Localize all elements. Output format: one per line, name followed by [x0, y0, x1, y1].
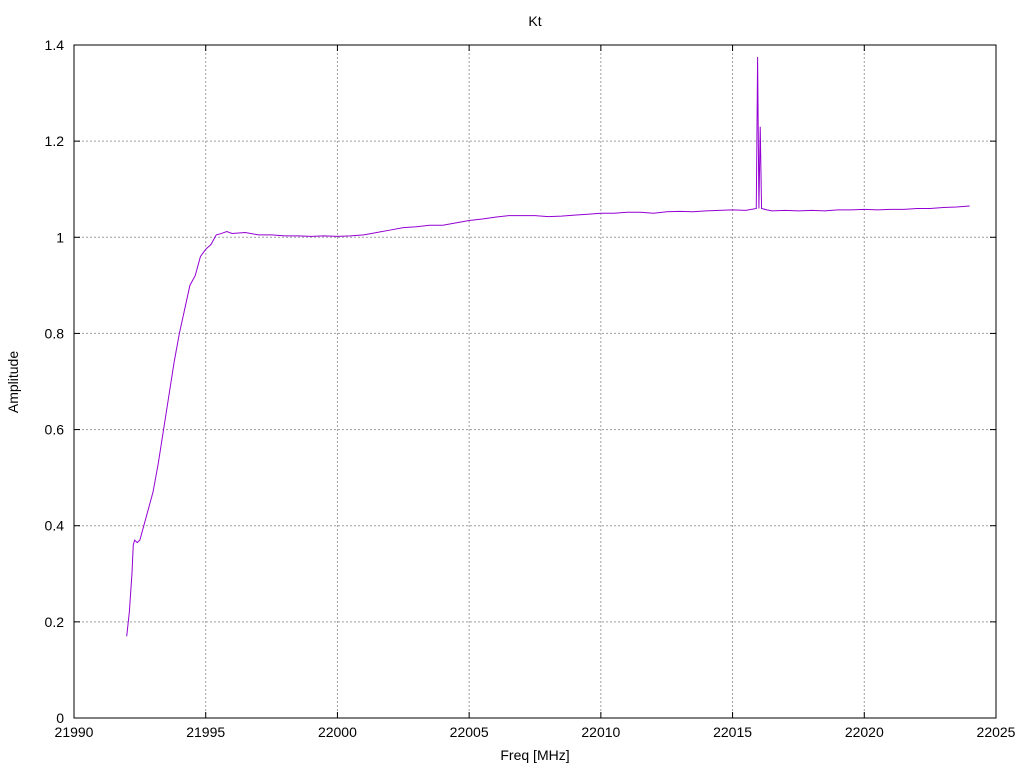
- grid: [74, 45, 996, 718]
- y-tick-label: 0.2: [45, 614, 65, 630]
- y-tick-label: 1.4: [45, 37, 65, 53]
- x-tick-label: 21990: [55, 724, 94, 740]
- y-tick-label: 0: [56, 710, 64, 726]
- y-tick-label: 0.8: [45, 325, 65, 341]
- y-tick-label: 0.6: [45, 422, 65, 438]
- x-tick-label: 22010: [581, 724, 620, 740]
- y-tick-labels: 0 0.2 0.4 0.6 0.8 1 1.2 1.4: [45, 37, 65, 726]
- y-tick-label: 0.4: [45, 518, 65, 534]
- chart-title: Kt: [528, 13, 541, 29]
- plot-frame: [73, 44, 997, 719]
- x-tick-labels: 21990 21995 22000 22005 22010 22015 22020 22025: [55, 724, 1016, 740]
- x-tick-label: 22015: [713, 724, 752, 740]
- y-tick-label: 1: [56, 229, 64, 245]
- y-tick-label: 1.2: [45, 133, 65, 149]
- x-tick-label: 22025: [977, 724, 1016, 740]
- x-tick-label: 22000: [318, 724, 357, 740]
- x-tick-label: 22020: [845, 724, 884, 740]
- series-line: [126, 57, 970, 637]
- line-chart: Kt 21990 21995 22000 22005 22010 22015 22020 22…: [5, 13, 1016, 763]
- y-axis-title: Amplitude: [5, 351, 21, 413]
- x-tick-label: 21995: [186, 724, 225, 740]
- x-tick-label: 22005: [450, 724, 489, 740]
- x-axis-title: Freq [MHz]: [500, 747, 569, 763]
- axis-ticks: [73, 44, 997, 719]
